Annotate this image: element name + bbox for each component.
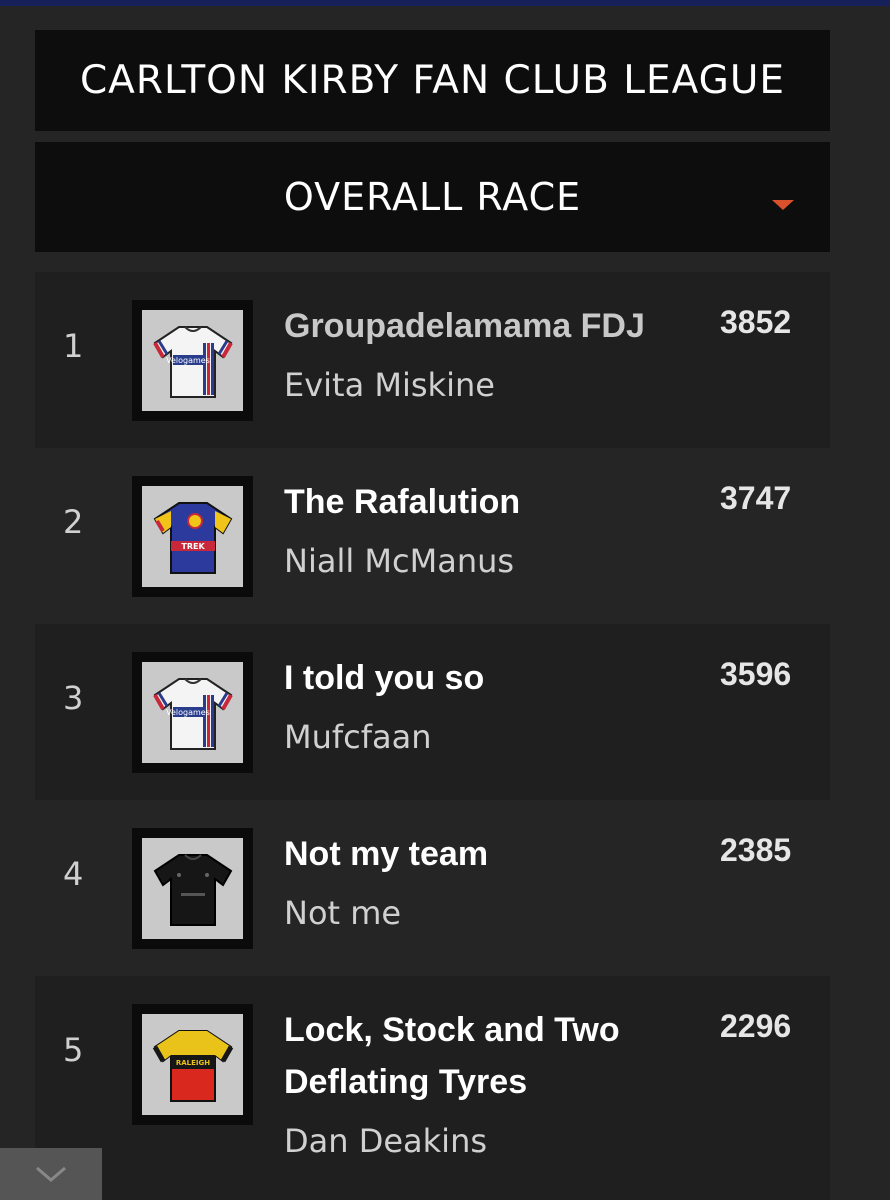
velogames-white-jersey-icon: Velogames — [152, 677, 233, 750]
rank-number: 3 — [63, 679, 84, 717]
team-name[interactable]: I told you so — [284, 652, 684, 704]
jersey-sponsor-text: Velogames — [166, 708, 210, 717]
team-name[interactable]: The Rafalution — [284, 476, 684, 528]
jersey-icon: RALEIGH — [132, 1004, 253, 1125]
jersey-sponsor-text: TREK — [181, 542, 205, 551]
jersey-icon: Velogames — [132, 652, 253, 773]
jersey-icon — [132, 828, 253, 949]
team-points: 2296 — [720, 1008, 792, 1044]
jersey-icon: TREK — [132, 476, 253, 597]
team-points: 3596 — [720, 656, 792, 692]
owner-name: Niall McManus — [284, 542, 515, 580]
chevron-down-icon — [36, 1166, 66, 1182]
rank-number: 4 — [63, 855, 84, 893]
black-jersey-icon — [153, 853, 232, 926]
team-points: 3747 — [720, 480, 792, 516]
standings-row[interactable]: 4 Not my team Not me 2385 — [35, 800, 830, 976]
rank-number: 2 — [63, 503, 84, 541]
jersey-sponsor-text: RALEIGH — [175, 1059, 209, 1067]
trek-lidl-jersey-icon: TREK — [153, 501, 232, 574]
team-points: 2385 — [720, 832, 792, 868]
team-points: 3852 — [720, 304, 792, 340]
owner-name: Not me — [284, 894, 402, 932]
league-title: CARLTON KIRBY FAN CLUB LEAGUE — [79, 58, 786, 103]
raleigh-jersey-icon: RALEIGH — [152, 1029, 233, 1102]
jersey-sponsor-text: Velogames — [166, 356, 210, 365]
scroll-down-button[interactable] — [0, 1148, 102, 1200]
owner-name: Evita Miskine — [284, 366, 495, 404]
race-selector-value: OVERALL RACE — [283, 175, 582, 219]
owner-name: Dan Deakins — [284, 1122, 488, 1160]
jersey-icon: Velogames — [132, 300, 253, 421]
team-name[interactable]: Groupadelamama FDJ — [284, 300, 684, 352]
rank-number: 5 — [63, 1031, 84, 1069]
standings-row[interactable]: 5 RALEIGH Lock, Stock and Two Deflating … — [35, 976, 830, 1200]
velogames-white-jersey-icon: Velogames — [152, 325, 233, 398]
standings-row[interactable]: 1 Velogames Groupadelamama FDJ Evita Mis… — [35, 272, 830, 448]
rank-number: 1 — [63, 327, 84, 365]
team-name[interactable]: Lock, Stock and Two Deflating Tyres — [284, 1004, 684, 1108]
standings-row[interactable]: 3 Velogames I told you so Mufcfaan 3596 — [35, 624, 830, 800]
dropdown-caret-icon[interactable] — [772, 200, 794, 210]
league-header: CARLTON KIRBY FAN CLUB LEAGUE — [35, 30, 830, 131]
standings-row[interactable]: 2 TREK The Rafalution Niall McManus 3747 — [35, 448, 830, 624]
owner-name: Mufcfaan — [284, 718, 432, 756]
race-selector[interactable]: OVERALL RACE — [35, 142, 830, 252]
team-name[interactable]: Not my team — [284, 828, 684, 880]
